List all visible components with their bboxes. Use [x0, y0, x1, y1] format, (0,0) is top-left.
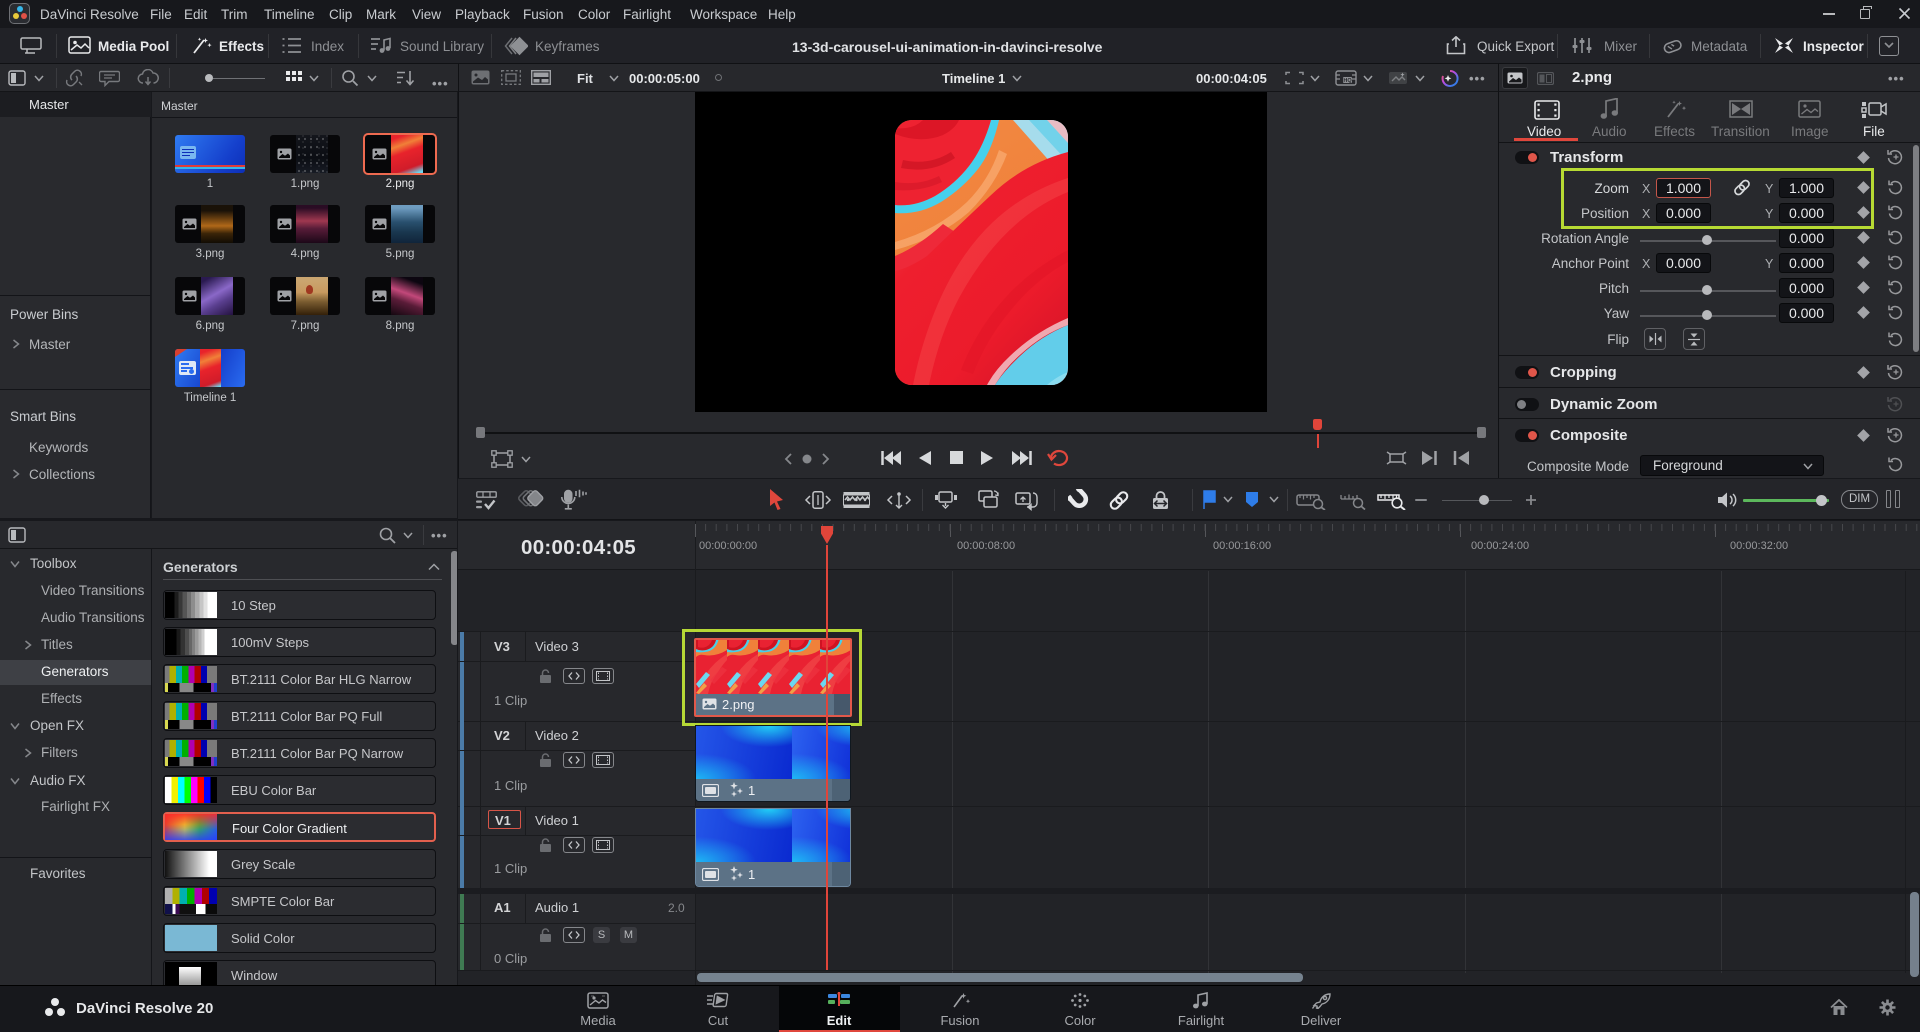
svg-text:HQ: HQ: [1343, 78, 1352, 84]
